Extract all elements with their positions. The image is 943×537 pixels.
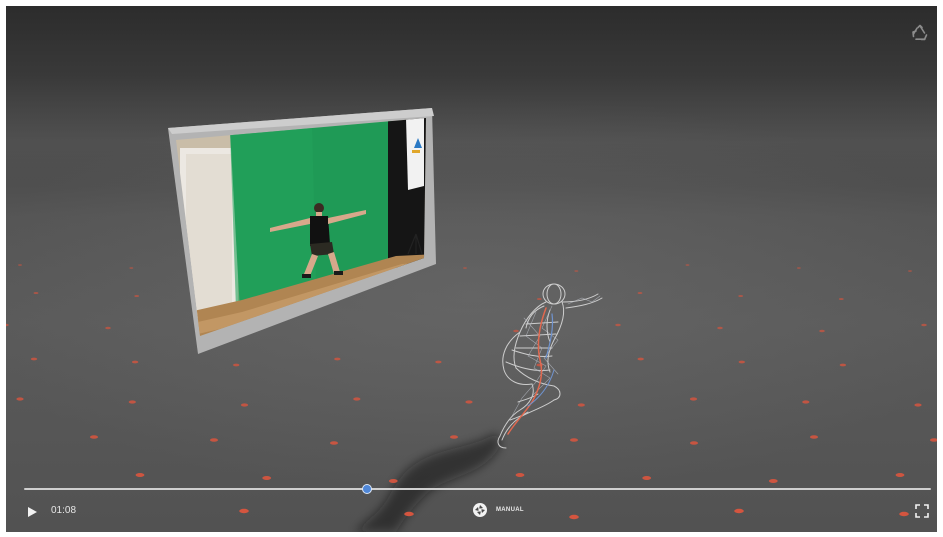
aperture-icon [473, 503, 487, 517]
floor-marker [574, 270, 579, 272]
floor-marker [895, 473, 905, 477]
floor-marker [131, 360, 139, 364]
floor-marker [450, 435, 458, 439]
floor-marker [717, 326, 723, 330]
wireframe-figure [497, 283, 603, 449]
floor-marker [6, 323, 9, 327]
floor-marker [90, 435, 98, 439]
current-time: 01:08 [51, 505, 77, 516]
floor-marker [570, 438, 578, 442]
3d-viewport[interactable]: 01:08 MANUAL [6, 6, 937, 532]
fullscreen-button[interactable] [915, 504, 929, 518]
play-icon [28, 507, 37, 517]
video-content [176, 118, 426, 336]
floor-marker [33, 292, 39, 294]
floor-marker [210, 438, 218, 442]
floor-marker [838, 298, 844, 300]
floor-marker [796, 267, 801, 269]
timeline-handle[interactable] [361, 484, 372, 494]
reference-video [168, 108, 436, 354]
floor-markers [6, 264, 937, 520]
floor-marker [921, 323, 927, 327]
floor-marker [128, 400, 136, 404]
playback-controls: 01:08 MANUAL [6, 484, 937, 532]
floor-marker [930, 438, 937, 442]
floor-marker [18, 264, 22, 266]
recycle-icon [912, 24, 928, 41]
floor-marker [642, 476, 652, 480]
floor-marker [738, 360, 745, 364]
floor-marker [463, 267, 467, 269]
floor-marker [388, 479, 398, 483]
floor-marker [435, 360, 442, 364]
floor-marker [129, 267, 134, 269]
floor-marker [262, 476, 272, 480]
floor-marker [105, 326, 111, 330]
timeline-scrubber[interactable] [24, 484, 931, 494]
floor-marker [513, 329, 519, 333]
floor-marker [689, 397, 698, 401]
floor-marker [16, 397, 24, 401]
floor-marker [334, 357, 341, 361]
floor-marker [738, 295, 744, 297]
play-button[interactable] [24, 504, 40, 520]
floor-marker [135, 473, 145, 477]
floor-marker [134, 295, 140, 297]
floor-marker [536, 298, 542, 300]
floor-marker [914, 403, 922, 407]
floor-marker [768, 479, 778, 483]
scene-floor [6, 264, 937, 532]
floor-marker [637, 292, 643, 294]
floor-marker [465, 400, 473, 404]
floor-marker [819, 329, 825, 333]
floor-marker [908, 270, 912, 272]
floor-marker [637, 357, 644, 361]
floor-marker [30, 357, 38, 361]
floor-marker [802, 400, 810, 404]
reference-video-panel[interactable] [162, 104, 436, 354]
floor-marker [240, 403, 249, 407]
floor-marker [690, 441, 698, 445]
floor-marker [685, 264, 690, 266]
floor-marker [330, 441, 338, 445]
floor-marker [615, 323, 621, 327]
floor-marker [839, 363, 847, 367]
camera-mode-label: MANUAL [496, 507, 524, 513]
floor-marker [810, 435, 818, 439]
recycle-button[interactable] [907, 20, 933, 46]
floor-marker [515, 473, 525, 477]
camera-mode-button[interactable]: MANUAL [472, 500, 524, 520]
floor-marker [233, 363, 240, 367]
floor-marker [577, 403, 585, 407]
fullscreen-icon [915, 504, 929, 518]
floor-marker [353, 397, 361, 401]
